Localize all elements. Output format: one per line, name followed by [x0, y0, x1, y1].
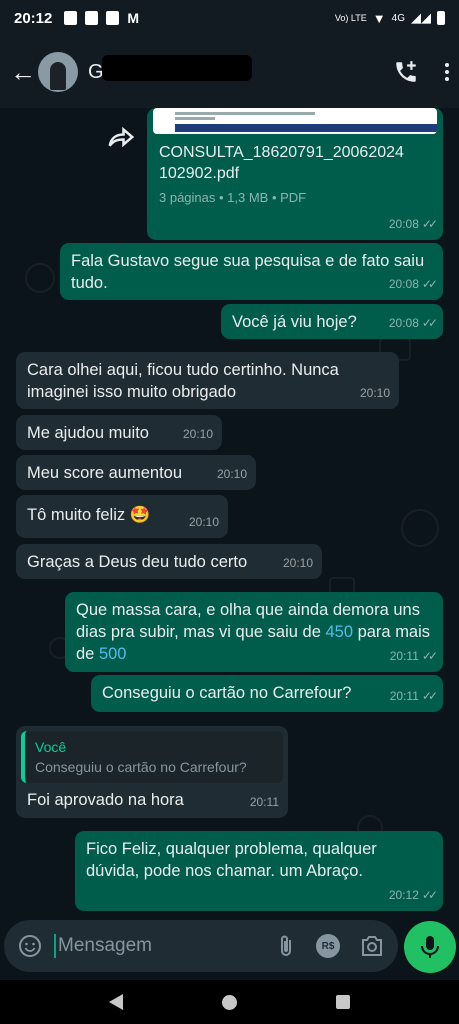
- document-details: 3 páginas • 1,3 MB • PDF: [159, 190, 307, 205]
- message-text: Conseguiu o cartão no Carrefour?: [102, 684, 352, 702]
- message-time: 20:10: [188, 515, 219, 529]
- nav-home-icon[interactable]: [221, 994, 237, 1010]
- person-icon: [50, 62, 66, 90]
- message-input-box[interactable]: Mensagem R$: [4, 920, 398, 972]
- wifi-icon: ▼: [372, 10, 386, 26]
- message-time: 20:10: [282, 556, 313, 570]
- app-notification-icon: [85, 11, 99, 25]
- message-text: Graças a Deus deu tudo certo: [27, 553, 248, 571]
- message-time: 20:08: [388, 217, 419, 231]
- nav-back-icon[interactable]: [109, 994, 124, 1010]
- network-type: 4G: [391, 12, 405, 24]
- message-incoming[interactable]: Graças a Deus deu tudo certo 20:10: [16, 544, 322, 579]
- message-input[interactable]: Mensagem: [58, 935, 152, 957]
- message-outgoing[interactable]: Fico Feliz, qualquer problema, qualquer …: [75, 831, 443, 911]
- forward-icon[interactable]: [106, 122, 136, 152]
- message-time: 20:10: [182, 427, 213, 441]
- back-arrow-icon[interactable]: ←: [10, 57, 36, 88]
- read-ticks-icon: ✓✓: [421, 649, 438, 663]
- notification-icons: M: [64, 10, 139, 26]
- chat-header: ← G: [0, 36, 459, 108]
- add-call-icon[interactable]: [393, 59, 419, 85]
- message-incoming[interactable]: Tô muito feliz 🤩 20:10: [16, 495, 228, 538]
- read-ticks-icon: ✓✓: [421, 316, 438, 330]
- message-outgoing[interactable]: Você já viu hoje? 20:08 ✓✓: [221, 304, 443, 339]
- battery-icon: [437, 11, 445, 25]
- message-incoming[interactable]: Cara olhei aqui, ficou tudo certinho. Nu…: [16, 352, 399, 409]
- system-icons: Vo) LTE ▼ 4G ◢◢: [335, 10, 445, 26]
- volte-indicator: Vo) LTE: [334, 13, 367, 23]
- gmail-icon: M: [127, 10, 140, 26]
- text-caret: [54, 934, 56, 958]
- number-link[interactable]: 450: [325, 623, 353, 641]
- message-time: 20:12: [388, 888, 419, 902]
- quote-author: Você: [35, 739, 67, 755]
- message-text: Me ajudou muito: [27, 424, 149, 442]
- camera-icon[interactable]: [360, 935, 384, 957]
- nav-recents-icon[interactable]: [335, 995, 350, 1009]
- signal-icon: ◢◢: [411, 10, 431, 25]
- message-text: Tô muito feliz 🤩: [27, 506, 151, 524]
- quote-text: Conseguiu o cartão no Carrefour?: [35, 759, 247, 775]
- attach-icon[interactable]: [276, 934, 296, 958]
- quoted-message[interactable]: Você Conseguiu o cartão no Carrefour?: [21, 731, 283, 783]
- message-time: 20:11: [389, 649, 419, 663]
- message-text: Meu score aumentou: [27, 464, 183, 482]
- message-text: Fala Gustavo segue sua pesquisa e de fat…: [71, 252, 425, 292]
- number-link[interactable]: 500: [99, 645, 127, 663]
- read-ticks-icon: ✓✓: [421, 689, 438, 703]
- alert-notification-icon: [64, 11, 78, 25]
- system-nav-bar: [0, 980, 459, 1024]
- message-time: 20:10: [216, 467, 247, 481]
- message-incoming[interactable]: Meu score aumentou 20:10: [16, 455, 256, 490]
- more-options-icon[interactable]: [445, 63, 449, 81]
- redaction-block: [102, 54, 252, 81]
- message-outgoing[interactable]: Que massa cara, e olha que ainda demora …: [65, 592, 443, 672]
- message-reply[interactable]: Você Conseguiu o cartão no Carrefour? Fo…: [16, 726, 288, 818]
- emoji-icon[interactable]: [18, 934, 42, 958]
- mic-icon: [421, 936, 439, 958]
- message-outgoing[interactable]: Conseguiu o cartão no Carrefour? 20:11 ✓✓: [91, 675, 443, 712]
- payment-icon[interactable]: R$: [316, 934, 340, 958]
- read-ticks-icon: ✓✓: [421, 277, 438, 291]
- message-text: Fico Feliz, qualquer problema, qualquer …: [86, 840, 377, 880]
- message-text: Cara olhei aqui, ficou tudo certinho. Nu…: [27, 361, 339, 401]
- message-document[interactable]: CONSULTA_18620791_20062024 102902.pdf 3 …: [147, 108, 443, 240]
- message-text: Você já viu hoje?: [232, 313, 357, 331]
- message-incoming[interactable]: Me ajudou muito 20:10: [16, 415, 222, 450]
- read-ticks-icon: ✓✓: [421, 888, 438, 902]
- status-bar: 20:12 M Vo) LTE ▼ 4G ◢◢: [0, 0, 459, 36]
- message-text: Foi aprovado na hora: [27, 791, 184, 809]
- composer: Mensagem R$: [0, 918, 459, 976]
- message-outgoing[interactable]: Fala Gustavo segue sua pesquisa e de fat…: [60, 243, 443, 300]
- instagram-icon: [106, 11, 120, 25]
- status-time: 20:12: [14, 9, 53, 27]
- message-time: 20:11: [389, 689, 419, 703]
- message-time: 20:08: [388, 277, 419, 291]
- read-ticks-icon: ✓✓: [421, 217, 438, 231]
- message-text: Que massa cara, e olha que ainda demora …: [76, 599, 433, 665]
- avatar[interactable]: [38, 52, 78, 92]
- message-time: 20:10: [359, 386, 390, 400]
- document-preview: [153, 108, 437, 134]
- mic-button[interactable]: [404, 921, 456, 973]
- message-time: 20:11: [249, 795, 279, 809]
- contact-name[interactable]: G: [88, 54, 252, 84]
- document-filename: CONSULTA_18620791_20062024 102902.pdf: [159, 144, 404, 182]
- message-time: 20:08: [388, 316, 419, 330]
- chat-area[interactable]: CONSULTA_18620791_20062024 102902.pdf 3 …: [0, 108, 459, 916]
